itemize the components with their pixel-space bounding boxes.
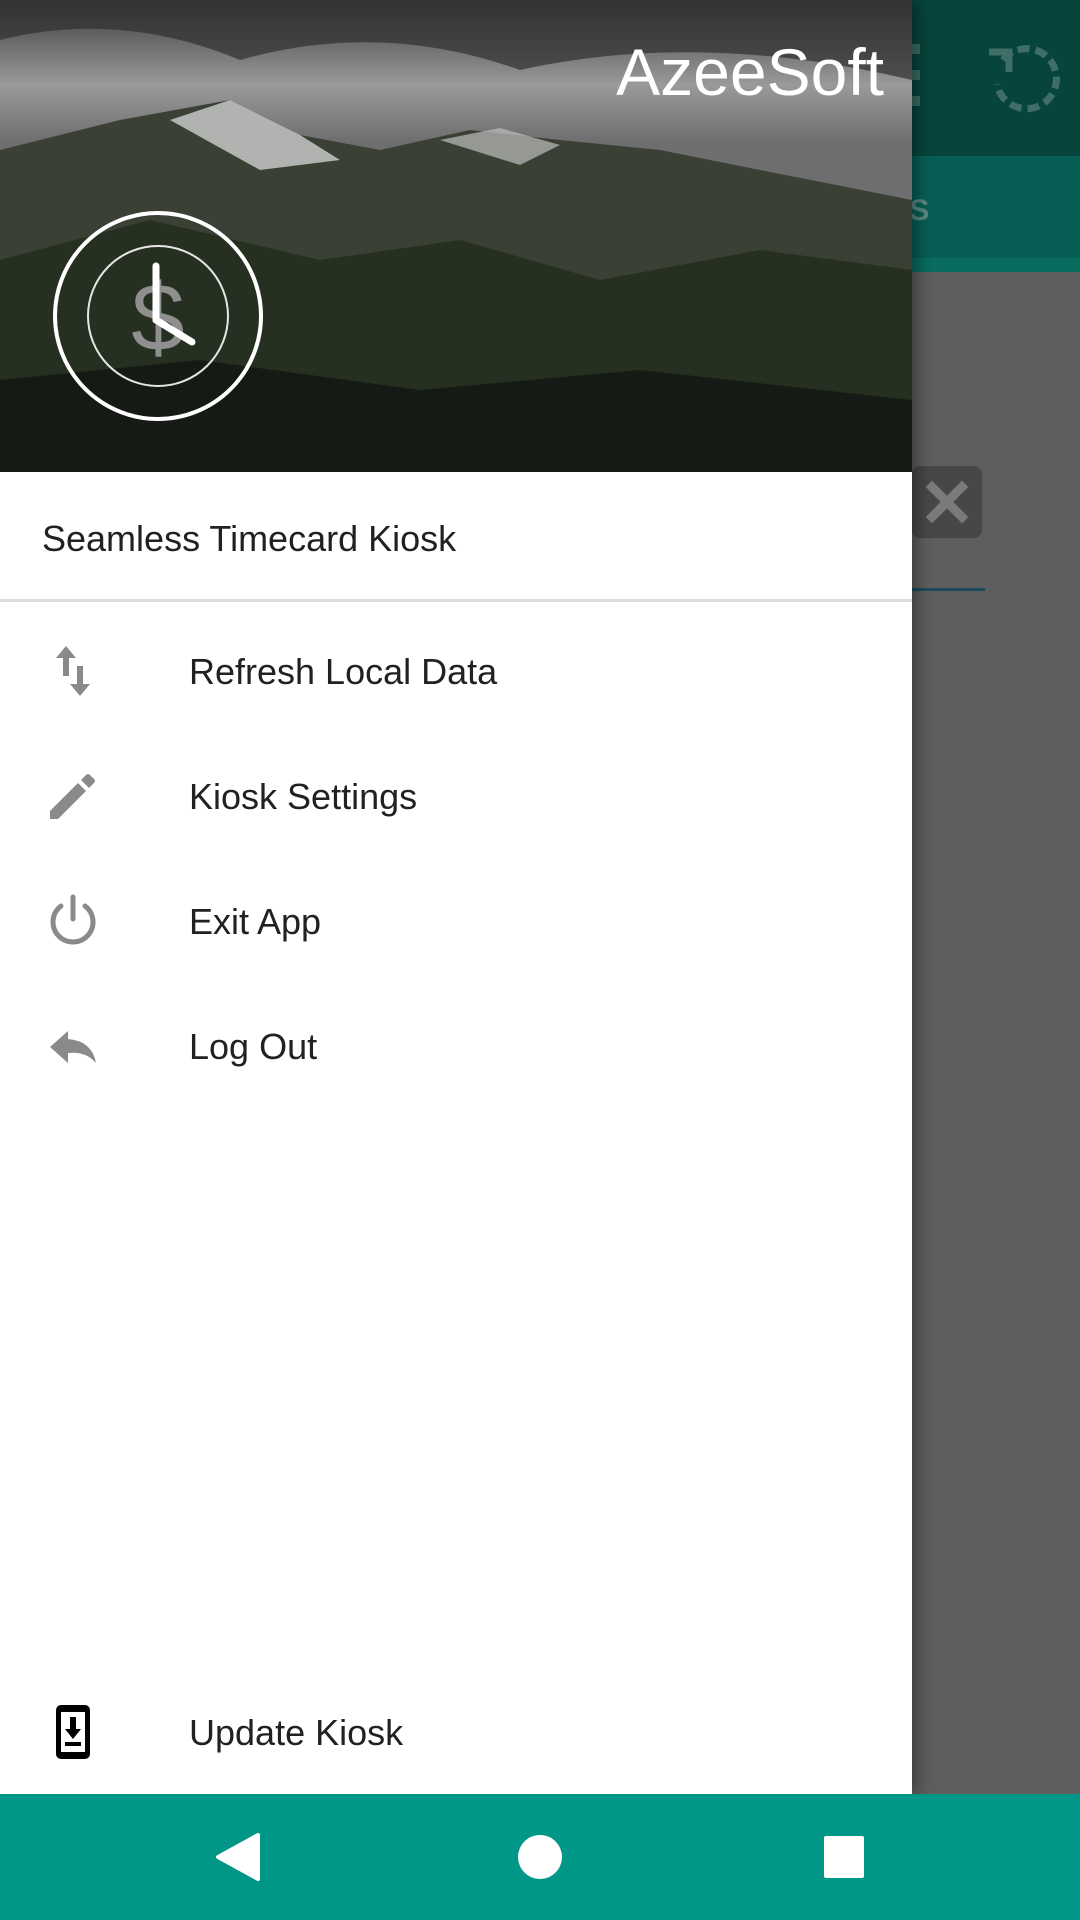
navigation-drawer: AzeeSoft $ Seamless Timecard Kiosk Refre… [0, 0, 912, 1794]
tab-details-label: LS [890, 194, 1080, 228]
menu-item-update-kiosk[interactable]: Update Kiosk [0, 1669, 912, 1793]
phone-download-icon [56, 1705, 90, 1759]
menu-label: Kiosk Settings [189, 776, 418, 817]
screen: LS [0, 0, 1080, 1920]
menu-label: Update Kiosk [189, 1712, 404, 1753]
menu-item-kiosk-settings[interactable]: Kiosk Settings [0, 733, 912, 857]
reply-arrow-icon [50, 1031, 96, 1063]
input-underline [905, 588, 985, 591]
refresh-icon [989, 45, 1060, 113]
menu-label: Refresh Local Data [189, 651, 498, 692]
back-triangle-icon[interactable] [214, 1831, 260, 1883]
app-subtitle: Seamless Timecard Kiosk [42, 518, 457, 559]
close-icon [925, 480, 969, 524]
drawer-subtitle-row: Seamless Timecard Kiosk [0, 478, 912, 602]
system-navigation-bar [0, 1794, 1080, 1920]
sync-arrows-icon [56, 646, 90, 696]
tab-indicator [900, 258, 1080, 272]
menu-item-refresh-local-data[interactable]: Refresh Local Data [0, 608, 912, 732]
drawer-header: AzeeSoft $ [0, 0, 912, 472]
recents-square-icon[interactable] [824, 1836, 864, 1878]
pencil-icon [50, 774, 95, 819]
home-circle-icon[interactable] [518, 1835, 562, 1879]
power-icon [50, 894, 96, 945]
close-button [912, 466, 982, 538]
header-title: AzeeSoft [616, 35, 884, 109]
menu-item-log-out[interactable]: Log Out [0, 983, 912, 1107]
menu-item-exit-app[interactable]: Exit App [0, 858, 912, 982]
menu-label: Log Out [189, 1026, 318, 1067]
clock-dollar-icon: $ [53, 211, 263, 421]
menu-label: Exit App [189, 901, 322, 942]
